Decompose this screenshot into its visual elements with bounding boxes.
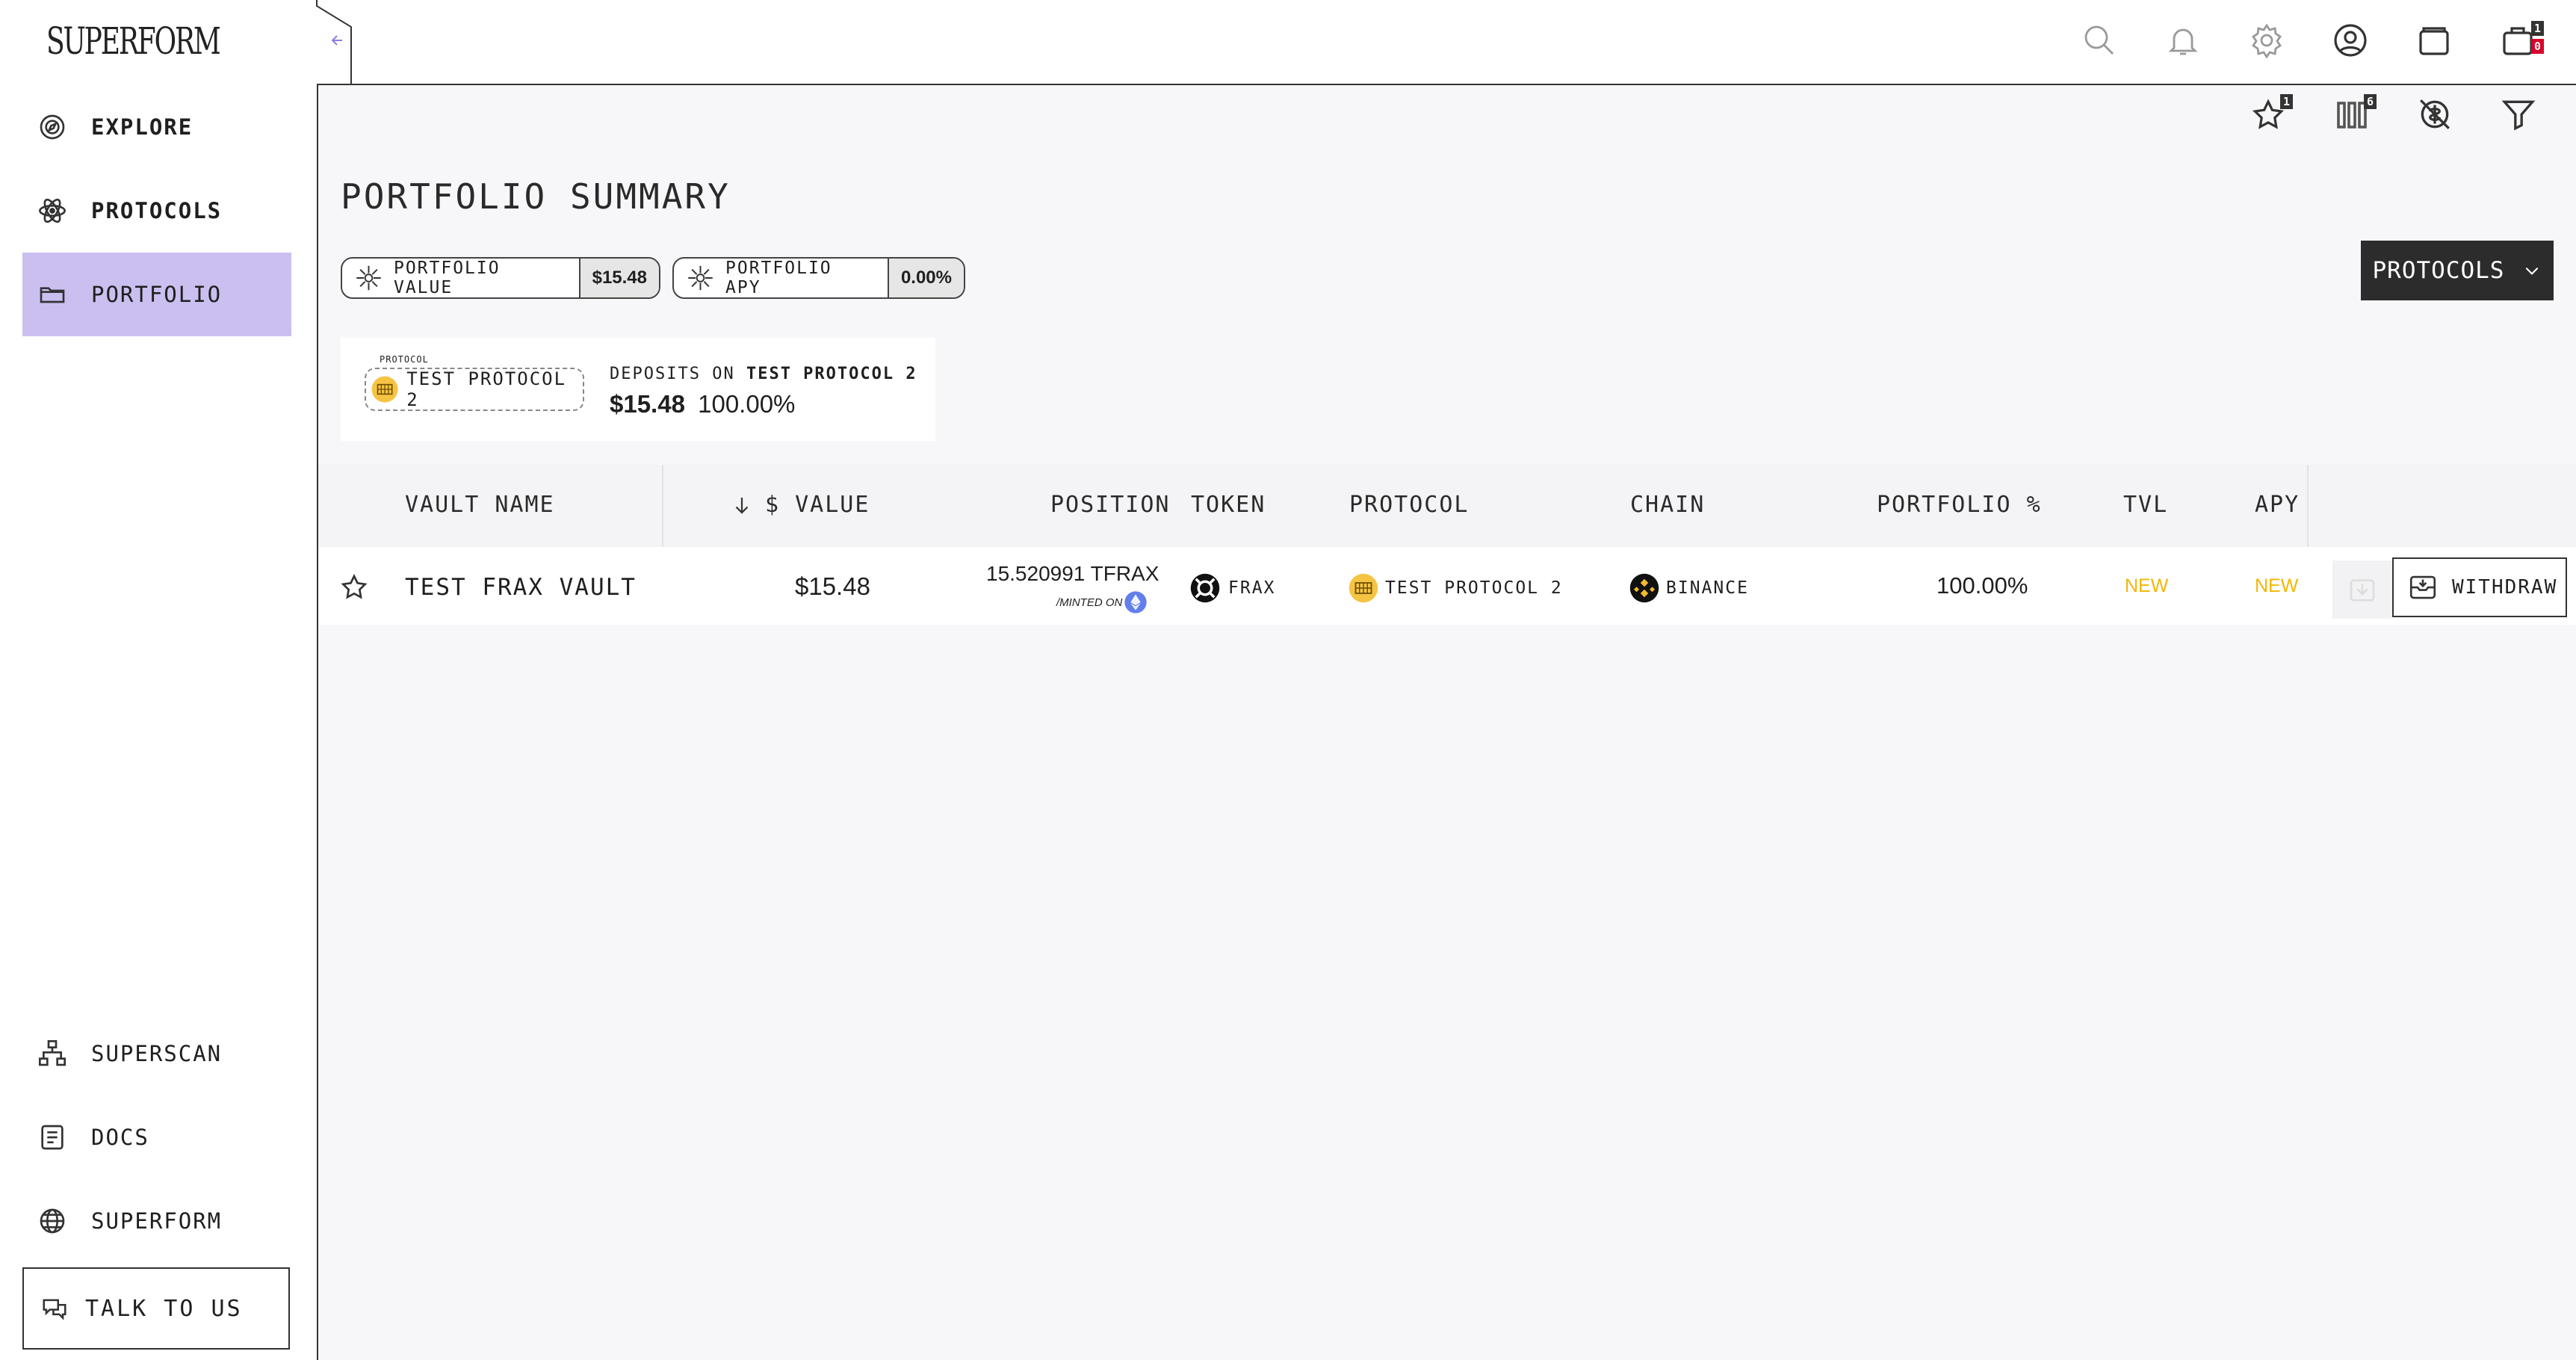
- portfolio-value: $15.48: [578, 259, 659, 297]
- hide-small-balances-icon[interactable]: [2416, 96, 2453, 133]
- search-icon[interactable]: [2081, 22, 2117, 58]
- portfolio-percent: 100.00%: [1936, 572, 2028, 599]
- cart-button[interactable]: 1 0: [2498, 19, 2551, 63]
- column-header-portfolio-pct[interactable]: PORTFOLIO %: [1877, 492, 2042, 518]
- withdraw-label: WITHDRAW: [2452, 576, 2558, 599]
- sort-arrow-down-icon: [735, 497, 749, 514]
- sidebar-item-label: DOCS: [91, 1125, 149, 1150]
- deposit-amount-line: $15.48 100.00%: [610, 390, 795, 418]
- portfolio-apy-label: PORTFOLIO APY: [725, 259, 832, 297]
- protocol-small-label: PROTOCOL: [380, 354, 429, 365]
- chain-name: BINANCE: [1666, 578, 1749, 598]
- protocol-cell[interactable]: TEST PROTOCOL 2: [1348, 572, 1563, 604]
- column-header-apy[interactable]: APY: [2255, 492, 2300, 518]
- superform-logo[interactable]: SUPERFORM: [46, 19, 221, 63]
- protocol-name: TEST PROTOCOL 2: [406, 368, 567, 410]
- column-header-token[interactable]: TOKEN: [1191, 492, 1266, 518]
- collapse-sidebar-button[interactable]: [312, 0, 357, 87]
- columns-button[interactable]: 6: [2334, 93, 2386, 142]
- sidebar-item-label: PROTOCOLS: [91, 198, 223, 223]
- frax-token-icon: [1190, 573, 1220, 603]
- withdraw-icon: [2409, 575, 2436, 599]
- gear-icon[interactable]: [2249, 22, 2285, 58]
- protocol-chip: TEST PROTOCOL 2: [365, 368, 584, 411]
- ethereum-icon: [1124, 591, 1148, 613]
- sidebar-item-label: EXPLORE: [91, 114, 193, 140]
- deposits-protocol: TEST PROTOCOL 2: [746, 365, 917, 383]
- protocol-logo-icon: [1349, 573, 1378, 603]
- chevron-down-icon: [2526, 267, 2539, 275]
- tvl-new-badge: NEW: [2125, 575, 2169, 596]
- column-header-value[interactable]: $ VALUE: [731, 492, 870, 518]
- favorites-badge: 1: [2280, 94, 2294, 109]
- deposit-percent: 100.00%: [698, 390, 796, 418]
- apy-new-badge: NEW: [2255, 575, 2299, 596]
- document-icon: [41, 1125, 64, 1150]
- deposit-icon: [2350, 579, 2375, 602]
- cart-badge-error: 0: [2531, 39, 2545, 54]
- filter-icon[interactable]: [2500, 96, 2537, 133]
- sitemap-icon: [39, 1040, 66, 1066]
- binance-chain-icon: [1629, 573, 1659, 603]
- deposit-amount: $15.48: [610, 390, 685, 418]
- vault-name[interactable]: TEST FRAX VAULT: [405, 574, 637, 601]
- portfolio-value-pill: PORTFOLIO VALUE $15.48: [341, 257, 660, 299]
- vault-value: $15.48: [795, 572, 870, 600]
- atom-icon: [39, 198, 66, 223]
- column-header-protocol[interactable]: PROTOCOL: [1349, 492, 1470, 518]
- columns-badge: 6: [2364, 94, 2377, 109]
- arrow-left-icon: [331, 35, 342, 46]
- burst-icon: [356, 265, 381, 291]
- talk-to-us-label: TALK TO US: [85, 1295, 243, 1322]
- user-icon[interactable]: [2332, 22, 2368, 58]
- column-header-label: $ VALUE: [765, 492, 870, 518]
- sidebar-item-label: PORTFOLIO: [91, 282, 223, 307]
- sidebar-item-protocols[interactable]: PROTOCOLS: [22, 169, 291, 253]
- protocol-name: TEST PROTOCOL 2: [1385, 578, 1563, 598]
- group-by-label: PROTOCOLS: [2372, 257, 2505, 284]
- sidebar-item-superform[interactable]: SUPERFORM: [22, 1179, 291, 1263]
- withdraw-button[interactable]: WITHDRAW: [2392, 557, 2567, 617]
- wallet-icon[interactable]: [2416, 22, 2452, 58]
- compass-icon: [40, 114, 65, 140]
- cart-badge-count: 1: [2531, 21, 2545, 36]
- cart-icon: [2503, 27, 2533, 55]
- sidebar: SUPERFORM EXPLORE PROTOCOLS PORTFOLIO SU…: [0, 0, 317, 1360]
- page-title: PORTFOLIO SUMMARY: [341, 176, 731, 217]
- deposits-prefix: DEPOSITS ON: [610, 365, 735, 383]
- bell-icon[interactable]: [2165, 22, 2201, 58]
- sidebar-item-superscan[interactable]: SUPERSCAN: [22, 1012, 291, 1095]
- token-name: FRAX: [1228, 578, 1276, 598]
- deposits-line: DEPOSITS ON TEST PROTOCOL 2: [610, 365, 917, 383]
- deposit-button-disabled[interactable]: [2332, 560, 2392, 619]
- protocol-logo-icon: [371, 376, 398, 403]
- column-header-chain[interactable]: CHAIN: [1630, 492, 1705, 518]
- sidebar-item-portfolio[interactable]: PORTFOLIO: [22, 253, 291, 336]
- minted-on-label: /MINTED ON: [1056, 596, 1123, 609]
- sidebar-item-label: SUPERFORM: [91, 1208, 223, 1234]
- portfolio-value-label: PORTFOLIO VALUE: [393, 259, 501, 297]
- token-chip: FRAX: [1189, 572, 1275, 604]
- column-header-position[interactable]: POSITION: [1050, 492, 1171, 518]
- column-header-vault-name[interactable]: VAULT NAME: [405, 492, 555, 518]
- minted-on: /MINTED ON: [1056, 590, 1148, 614]
- group-by-protocols-dropdown[interactable]: PROTOCOLS: [2361, 241, 2554, 300]
- star-icon[interactable]: [339, 572, 369, 602]
- talk-to-us-button[interactable]: TALK TO US: [22, 1267, 290, 1350]
- sidebar-item-explore[interactable]: EXPLORE: [22, 85, 291, 169]
- sidebar-item-label: SUPERSCAN: [91, 1041, 223, 1066]
- sidebar-item-docs[interactable]: DOCS: [22, 1095, 291, 1179]
- favorites-filter-button[interactable]: 1: [2250, 93, 2303, 142]
- folder-icon: [40, 287, 65, 303]
- chain-cell: BINANCE: [1629, 572, 1749, 604]
- burst-icon: [688, 265, 713, 291]
- portfolio-apy: 0.00%: [887, 259, 964, 297]
- chat-icon: [43, 1299, 66, 1320]
- position-amount: 15.520991 TFRAX: [986, 562, 1159, 585]
- column-header-tvl[interactable]: TVL: [2123, 492, 2168, 518]
- protocol-deposit-card[interactable]: PROTOCOL TEST PROTOCOL 2 DEPOSITS ON TES…: [341, 338, 935, 441]
- portfolio-apy-pill: PORTFOLIO APY 0.00%: [672, 257, 965, 299]
- globe-icon: [40, 1208, 65, 1234]
